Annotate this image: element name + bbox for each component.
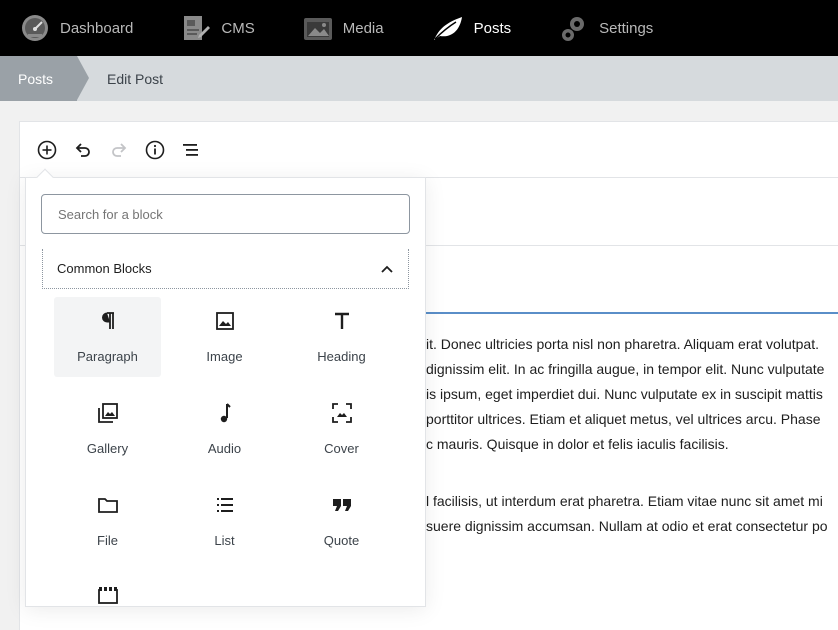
block-audio[interactable]: Audio bbox=[171, 389, 278, 469]
leaf-icon bbox=[433, 17, 462, 40]
cms-icon bbox=[184, 16, 211, 40]
block-label: Quote bbox=[323, 533, 360, 548]
nav-label-media: Media bbox=[342, 19, 384, 37]
redo-icon bbox=[112, 143, 127, 157]
block-image[interactable]: Image bbox=[171, 297, 278, 377]
block-cover[interactable]: Cover bbox=[288, 389, 395, 469]
outline-button[interactable] bbox=[179, 138, 203, 162]
text-line: it. Donec ultricies porta nisl non phare… bbox=[426, 336, 819, 352]
gallery-icon bbox=[97, 403, 118, 423]
text-line: porttitor ultrices. Etiam et aliquet met… bbox=[426, 411, 821, 427]
breadcrumb: Posts Edit Post bbox=[0, 56, 838, 101]
block-focus-line bbox=[426, 312, 838, 314]
block-list[interactable]: List bbox=[171, 481, 278, 561]
undo-icon bbox=[75, 143, 90, 157]
post-content[interactable]: it. Donec ultricies porta nisl non phare… bbox=[426, 332, 838, 571]
breadcrumb-posts[interactable]: Posts bbox=[0, 56, 90, 101]
redo-button[interactable] bbox=[107, 138, 131, 162]
block-label: Audio bbox=[207, 441, 242, 456]
block-gallery[interactable]: Gallery bbox=[54, 389, 161, 469]
block-heading[interactable]: Heading bbox=[288, 297, 395, 377]
chevron-up-icon bbox=[381, 265, 393, 273]
nav-label-settings: Settings bbox=[599, 19, 654, 37]
nav-item-posts[interactable]: Posts bbox=[412, 0, 512, 56]
paragraph-2[interactable]: l facilisis, ut interdum erat pharetra. … bbox=[426, 489, 838, 539]
block-label: Gallery bbox=[86, 441, 129, 456]
block-file[interactable]: File bbox=[54, 481, 161, 561]
outline-icon bbox=[183, 144, 198, 156]
undo-button[interactable] bbox=[71, 138, 95, 162]
add-block-button[interactable] bbox=[35, 138, 59, 162]
block-search-input[interactable] bbox=[41, 194, 410, 234]
info-button[interactable] bbox=[143, 138, 167, 162]
speedometer-icon bbox=[22, 15, 48, 41]
paragraph-1[interactable]: it. Donec ultricies porta nisl non phare… bbox=[426, 332, 838, 457]
folder-icon bbox=[97, 498, 118, 513]
heading-icon bbox=[334, 312, 349, 329]
list-icon bbox=[216, 498, 233, 512]
text-line: l facilisis, ut interdum erat pharetra. … bbox=[426, 493, 823, 509]
block-label: List bbox=[214, 533, 235, 548]
audio-icon bbox=[220, 403, 231, 423]
nav-label-cms: CMS bbox=[221, 19, 255, 37]
media-icon bbox=[303, 18, 332, 40]
quote-icon bbox=[332, 499, 351, 511]
panel-title: Common Blocks bbox=[57, 261, 152, 276]
video-icon bbox=[97, 587, 118, 604]
block-label: Heading bbox=[317, 349, 366, 364]
nav-item-settings[interactable]: Settings bbox=[539, 0, 653, 56]
breadcrumb-current: Edit Post bbox=[107, 70, 164, 87]
info-icon bbox=[145, 140, 165, 160]
text-line: dignissim elit. In ac fringilla augue, i… bbox=[426, 361, 825, 377]
text-line: is ipsum, eget imperdiet dui. Nunc vulpu… bbox=[426, 386, 823, 402]
block-label: File bbox=[97, 533, 118, 548]
add-block-icon bbox=[37, 140, 57, 160]
block-label: Paragraph bbox=[77, 349, 138, 364]
image-icon bbox=[215, 312, 234, 330]
block-inserter-popover: Common Blocks Paragraph Image bbox=[25, 168, 426, 607]
text-line: c mauris. Quisque in dolor et felis iacu… bbox=[426, 436, 729, 452]
block-video[interactable] bbox=[54, 573, 161, 605]
nav-label-posts: Posts bbox=[473, 19, 512, 37]
cover-icon bbox=[331, 403, 352, 423]
block-paragraph[interactable]: Paragraph bbox=[54, 297, 161, 377]
editor-toolbar bbox=[20, 122, 838, 178]
gears-icon bbox=[562, 17, 585, 41]
block-label: Cover bbox=[324, 441, 359, 456]
nav-label-dashboard: Dashboard bbox=[60, 19, 134, 37]
nav-item-media[interactable]: Media bbox=[283, 0, 384, 56]
block-quote[interactable]: Quote bbox=[288, 481, 395, 561]
common-blocks-toggle[interactable]: Common Blocks bbox=[42, 249, 409, 289]
block-label: Image bbox=[206, 349, 243, 364]
paragraph-icon bbox=[101, 312, 114, 329]
text-line: suere dignissim accumsan. Nullam at odio… bbox=[426, 518, 828, 534]
top-navigation: Dashboard CMS Media Posts Settings bbox=[0, 0, 838, 56]
nav-item-dashboard[interactable]: Dashboard bbox=[0, 0, 133, 56]
nav-item-cms[interactable]: CMS bbox=[161, 0, 255, 56]
